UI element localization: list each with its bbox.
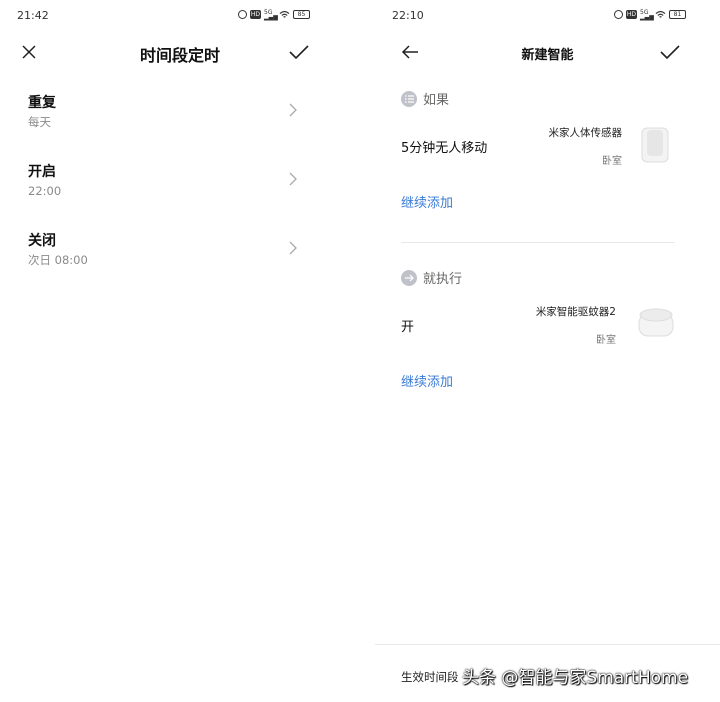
repeat-title: 重复: [28, 95, 56, 111]
action-text: 开: [401, 320, 415, 335]
status-time: 22:10: [392, 9, 424, 22]
mosquito-repeller-image: [638, 308, 674, 337]
start-time-row[interactable]: 开启 22:00: [28, 163, 310, 213]
action-row[interactable]: 开 米家智能驱蚊器2 卧室: [401, 298, 674, 348]
status-bar: 22:10 HD 5G ▂▄▆ 81: [375, 0, 720, 30]
condition-text: 5分钟无人移动: [401, 141, 488, 156]
then-label-text: 就执行: [423, 272, 463, 287]
status-time: 21:42: [17, 9, 49, 22]
action-device-room: 卧室: [596, 335, 616, 346]
if-section-label: 如果: [401, 89, 449, 108]
section-divider: [401, 242, 675, 243]
wifi-icon: [279, 10, 290, 18]
alarm-icon: [614, 10, 623, 19]
confirm-check-icon[interactable]: [658, 40, 682, 64]
condition-device-room: 卧室: [602, 156, 622, 167]
alarm-icon: [238, 10, 247, 19]
footer-divider: [375, 644, 720, 645]
chevron-right-icon: [289, 172, 297, 186]
status-icons: HD 5G ▂▄▆ 85: [238, 9, 310, 21]
signal-5g-icon: 5G ▂▄▆: [640, 9, 654, 21]
nav-bar: 新建智能: [375, 36, 720, 68]
arrow-right-icon: [401, 269, 417, 286]
left-screen: 21:42 HD 5G ▂▄▆ 85 时间段定时 重复 每天 开启 22:00 关…: [0, 0, 360, 702]
right-screen: 22:10 HD 5G ▂▄▆ 81 新建智能 如果 5分钟无人移动 米家人体传感…: [375, 0, 720, 702]
watermark: 头条 @智能与家SmartHome: [462, 668, 689, 688]
battery-icon: 81: [669, 10, 686, 19]
repeat-value: 每天: [28, 115, 51, 129]
list-icon: [401, 90, 417, 107]
add-condition-button[interactable]: 继续添加: [401, 192, 453, 211]
start-time-title: 开启: [28, 164, 56, 180]
if-label-text: 如果: [423, 93, 450, 108]
confirm-check-icon[interactable]: [287, 40, 311, 64]
nav-bar: 时间段定时: [0, 36, 360, 68]
wifi-icon: [655, 10, 666, 18]
signal-5g-icon: 5G ▂▄▆: [264, 9, 278, 21]
end-time-row[interactable]: 关闭 次日 08:00: [28, 232, 310, 282]
battery-icon: 85: [293, 10, 310, 19]
chevron-right-icon: [289, 103, 297, 117]
start-time-value: 22:00: [28, 184, 62, 198]
end-time-title: 关闭: [28, 233, 56, 249]
condition-device-name: 米家人体传感器: [548, 127, 623, 139]
end-time-value: 次日 08:00: [28, 253, 88, 267]
motion-sensor-image: [641, 127, 669, 163]
hd-icon: HD: [626, 10, 637, 19]
then-section-label: 就执行: [401, 268, 462, 287]
status-icons: HD 5G ▂▄▆ 81: [614, 9, 686, 21]
condition-row[interactable]: 5分钟无人移动 米家人体传感器 卧室: [401, 120, 672, 170]
add-action-button[interactable]: 继续添加: [401, 371, 453, 390]
action-device-name: 米家智能驱蚊器2: [535, 306, 616, 318]
chevron-right-icon: [289, 241, 297, 255]
effective-time-label[interactable]: 生效时间段: [401, 669, 459, 685]
repeat-row[interactable]: 重复 每天: [28, 94, 310, 144]
status-bar: 21:42 HD 5G ▂▄▆ 85: [0, 0, 360, 30]
hd-icon: HD: [250, 10, 261, 19]
